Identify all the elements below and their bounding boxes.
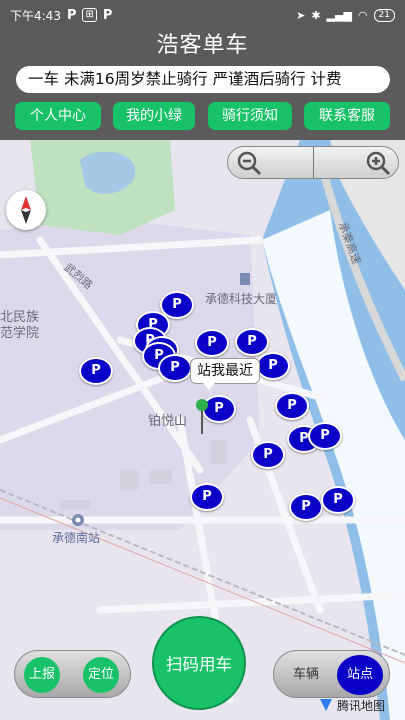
my-bikes-button[interactable]: 我的小绿 [113, 102, 195, 130]
parking-pin[interactable]: P [195, 329, 229, 357]
parking-pin[interactable]: P [275, 392, 309, 420]
nearest-station-callout: 站我最近 [190, 358, 260, 390]
parking-pin[interactable]: P [235, 328, 269, 356]
vehicle-station-toggle: 车辆 站点 [273, 650, 390, 698]
report-button[interactable]: 上报 [24, 657, 60, 693]
tencent-map-icon [320, 699, 332, 711]
contact-service-button[interactable]: 联系客服 [304, 102, 390, 130]
location-icon: ➤ [296, 8, 306, 22]
parking-pin[interactable]: P [321, 486, 355, 514]
riding-rules-button[interactable]: 骑行须知 [208, 102, 292, 130]
zoom-control [227, 146, 399, 179]
locate-button[interactable]: 定位 [83, 657, 119, 693]
station-tab[interactable]: 站点 [337, 655, 383, 695]
parking-pin[interactable]: P [289, 493, 323, 521]
parking-pin[interactable]: P [256, 352, 290, 380]
parking-app-icon: P [66, 7, 77, 23]
vehicle-tab[interactable]: 车辆 [286, 657, 326, 693]
parking-pin[interactable]: P [158, 354, 192, 382]
parking-pin[interactable]: P [308, 422, 342, 450]
notice-text: 一车 未满16周岁禁止骑行 严谨酒后骑行 计费 [28, 70, 342, 88]
parking-app-icon-2: P [102, 7, 113, 23]
wifi-icon: ◠ [357, 8, 368, 22]
map-provider-name: 腾讯地图 [337, 698, 386, 713]
place-label-chengde-south-station: 承德南站 [52, 531, 101, 545]
current-location-marker [196, 399, 208, 434]
compass-icon[interactable] [6, 190, 46, 230]
scan-to-ride-button[interactable]: 扫码用车 [152, 616, 246, 710]
signal-icon: ▂▄▆ [326, 8, 352, 22]
parking-pin[interactable]: P [79, 357, 113, 385]
place-label-boyueshan: 铂悦山 [148, 414, 188, 429]
personal-center-button[interactable]: 个人中心 [15, 102, 101, 130]
battery-icon: 21 [373, 8, 395, 22]
bluetooth-icon: ✱ [311, 8, 321, 22]
notice-marquee: 一车 未满16周岁禁止骑行 严谨酒后骑行 计费 [16, 66, 390, 93]
parking-pin[interactable]: P [251, 441, 285, 469]
parking-pin[interactable]: P [190, 483, 224, 511]
notification-icon: ⊞ [82, 8, 97, 22]
zoom-in-icon[interactable] [365, 150, 391, 176]
place-label-college: 范学院 [0, 326, 40, 341]
status-bar: 下午4:43 P ⊞ P ➤ ✱ ▂▄▆ ◠ 21 [0, 0, 405, 30]
map-provider-logo: 腾讯地图 [318, 694, 385, 716]
app-title: 浩客单车 [156, 33, 249, 58]
place-label-tech-building: 承德科技大厦 [205, 292, 278, 306]
left-action-panel: 上报 定位 [14, 650, 131, 698]
zoom-out-icon[interactable] [236, 150, 262, 176]
nav-row: 个人中心 我的小绿 骑行须知 联系客服 [0, 102, 405, 130]
status-time: 下午4:43 [10, 8, 61, 23]
